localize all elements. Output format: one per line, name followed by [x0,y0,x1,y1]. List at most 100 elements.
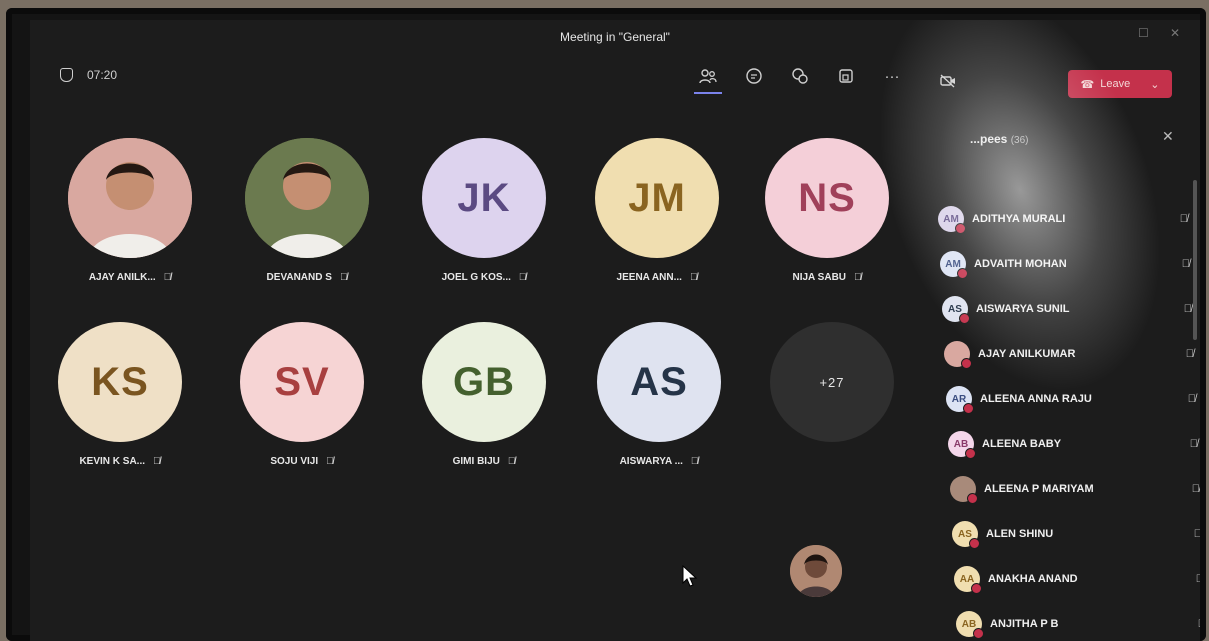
participant-avatar: AB [956,611,984,639]
mic-off-icon[interactable]: 🎙̸ [1198,618,1200,630]
mic-off-icon: 🎙̸ [690,456,699,467]
close-window-icon[interactable]: ✕ [1170,26,1180,40]
participant-name: AISWARYA ... [619,456,683,467]
avatar-initials: AB [953,438,969,450]
participant-tile[interactable]: JM JEENA ANN... 🎙̸ [595,138,719,283]
participant-photo [68,138,192,258]
participant-list-name: ALEENA P MARIYAM [984,483,1094,495]
avatar-initials: AR [951,393,967,405]
mic-off-icon: 🎙̸ [339,272,348,283]
meeting-timer: 07:20 [87,68,118,82]
mic-off-icon[interactable]: 🎙̸ [1180,213,1188,225]
status-badge [969,538,980,549]
meeting-info: 07:20 [60,68,117,82]
participant-list-name: ALEN SHINU [986,528,1054,540]
participant-initials: JM [595,138,719,258]
participant-tile[interactable]: KS KEVIN K SA... 🎙̸ [58,322,182,467]
status-badge [965,448,976,459]
participant-name: GIMI BIJU [452,456,500,467]
participant-list-name: ADVAITH MOHAN [974,258,1067,270]
participant-tile[interactable]: AS AISWARYA ... 🎙̸ [597,322,721,467]
people-icon[interactable] [694,66,722,94]
participant-list-item[interactable]: AR ALEENA ANNA RAJU 🎙̸ [946,386,1196,414]
status-badge [963,403,974,414]
camera-off-icon[interactable] [940,74,956,91]
mic-off-icon[interactable]: 🎙̸ [1184,303,1192,315]
participant-avatar: AA [954,566,982,594]
mic-off-icon: 🎙̸ [153,456,161,467]
participant-avatar: AR [946,386,974,414]
mic-off-icon[interactable]: 🎙̸ [1186,348,1194,360]
participant-label: AJAY ANILK... 🎙̸ [89,272,171,283]
panel-title: ...pees (36) [970,132,1029,146]
participant-count: (36) [1010,135,1029,146]
participant-tile[interactable]: JK JOEL G KOS... 🎙̸ [422,138,546,283]
participant-photo [245,138,369,258]
participant-label: GIMI BIJU 🎙̸ [453,456,516,467]
status-badge [973,628,984,639]
mic-off-icon[interactable]: 🎙̸ [1194,528,1200,540]
phone-icon: ☎ [1080,78,1095,91]
avatar-initials: AM [945,258,961,270]
status-badge [971,583,982,594]
mic-off-icon: 🎙̸ [689,272,698,283]
participant-avatar: AS [952,521,980,549]
participant-list-item[interactable]: AS ALEN SHINU 🎙̸ [952,521,1200,549]
mic-off-icon[interactable]: 🎙̸ [1188,393,1196,405]
participant-list-item[interactable]: AB ANJITHA P B 🎙̸ [956,611,1200,639]
status-badge [967,493,978,504]
mic-off-icon[interactable]: 🎙̸ [1190,438,1198,450]
more-icon[interactable]: ··· [882,66,902,86]
participant-tile[interactable]: NS NIJA SABU 🎙̸ [765,138,889,283]
panel-scrollbar[interactable] [1193,180,1197,340]
participant-list-item[interactable]: ALEENA P MARIYAM 🎙̸ [950,476,1200,504]
mouse-cursor-icon [682,564,698,592]
mic-off-icon[interactable]: 🎙̸ [1182,258,1190,270]
chat-icon[interactable] [744,66,764,86]
participant-label: JEENA ANN... 🎙̸ [617,272,698,283]
participant-list-item[interactable]: AM ADVAITH MOHAN 🎙̸ [940,251,1190,279]
maximize-icon[interactable]: ☐ [1138,26,1149,40]
participant-avatar: AM [940,251,968,279]
participant-name: AJAY ANILK... [88,272,156,283]
participant-list-name: ADITHYA MURALI [972,213,1066,225]
mic-off-icon[interactable]: 🎙̸ [1192,483,1200,495]
participant-initials: SV [240,322,364,442]
participant-label: NIJA SABU 🎙̸ [792,272,861,283]
participants-panel: ...pees (36) ✕ AM ADITHYA MURALI 🎙̸ AM ADVAI… [930,110,1200,641]
overflow-tile[interactable]: +27 [770,322,894,442]
chevron-down-icon: ⌄ [1150,78,1160,91]
participant-list-item[interactable]: AS AISWARYA SUNIL 🎙̸ [942,296,1192,324]
participant-list-item[interactable]: AJAY ANILKUMAR 🎙̸ [944,341,1194,369]
leave-button[interactable]: ☎ Leave ⌄ [1068,70,1172,98]
participant-list-item[interactable]: AA ANAKHA ANAND 🎙̸ [954,566,1200,594]
status-badge [961,358,972,369]
close-panel-icon[interactable]: ✕ [1162,128,1174,145]
participant-avatar [950,476,978,504]
participant-tile[interactable]: GB GIMI BIJU 🎙̸ [422,322,546,467]
participant-name: DEVANAND S [266,272,332,283]
mic-off-icon: 🎙̸ [507,456,516,467]
participant-label: DEVANAND S 🎙̸ [267,272,348,283]
participant-tile[interactable]: AJAY ANILK... 🎙̸ [68,138,192,283]
overflow-count: +27 [770,322,894,442]
avatar-initials: AM [943,213,959,225]
avatar-initials: AS [958,528,972,540]
participant-label: KEVIN K SA... 🎙̸ [79,456,160,467]
participant-tile[interactable]: DEVANAND S 🎙̸ [245,138,369,283]
status-badge [957,268,968,279]
rooms-icon[interactable] [836,66,856,86]
mic-off-icon[interactable]: 🎙̸ [1196,573,1200,585]
panel-title-text: ...pees [970,132,1008,146]
participant-list-name: ALEENA ANNA RAJU [980,393,1092,405]
mic-off-icon: 🎙̸ [854,272,862,283]
reactions-icon[interactable] [790,66,810,86]
participant-list-item[interactable]: AM ADITHYA MURALI 🎙̸ [938,206,1188,234]
participant-tile[interactable]: SV SOJU VIJI 🎙̸ [240,322,364,467]
avatar-initials: AB [961,618,977,630]
self-video-preview[interactable] [790,545,842,597]
mic-off-icon: 🎙̸ [163,272,172,283]
participant-list-item[interactable]: AB ALEENA BABY 🎙̸ [948,431,1198,459]
shield-icon [60,68,73,82]
avatar-initials: AA [959,573,975,585]
